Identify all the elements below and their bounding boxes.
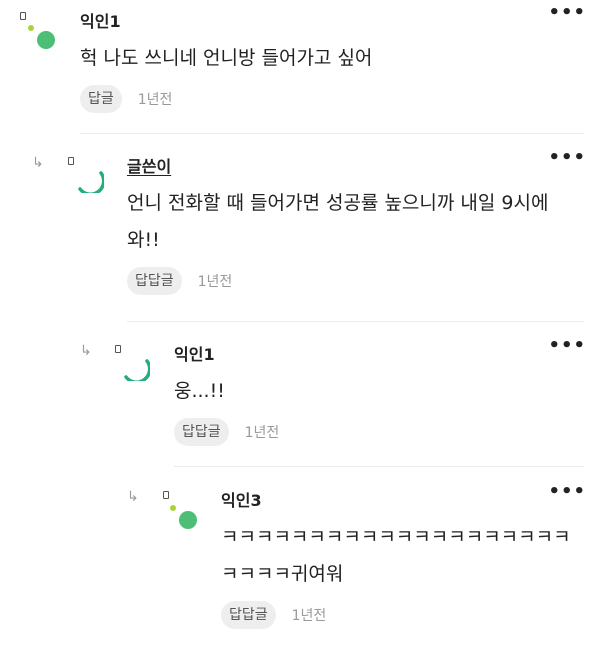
divider [174, 466, 584, 467]
comment-text: 웅...!! [174, 380, 225, 402]
more-options-icon[interactable]: ••• [548, 483, 586, 501]
avatar-badge-icon [163, 491, 169, 499]
avatar[interactable] [28, 25, 56, 53]
comment-time: 1년전 [291, 608, 327, 624]
comment-author[interactable]: 익인3 [221, 491, 584, 511]
more-options-icon[interactable]: ••• [548, 4, 586, 22]
more-options-icon[interactable]: ••• [548, 149, 586, 167]
avatar-badge-icon [68, 157, 74, 165]
comment-time: 1년전 [244, 425, 280, 441]
comment-text: 언니 전화할 때 들어가면 성공률 높으니까 내일 9시에 와!! [127, 192, 549, 251]
reply-arrow-icon: ↳ [32, 155, 44, 171]
avatar[interactable] [76, 165, 104, 193]
avatar-badge-icon [20, 12, 26, 20]
more-options-icon[interactable]: ••• [548, 337, 586, 355]
avatar-badge-icon [115, 345, 121, 353]
comment-text: 헉 나도 쓰니네 언니방 들어가고 싶어 [80, 47, 373, 69]
reply-arrow-icon: ↳ [80, 343, 92, 359]
comment-author[interactable]: 글쓴이 [127, 157, 584, 177]
reply-button[interactable]: 답글 [80, 85, 122, 113]
comment-time: 1년전 [197, 274, 233, 290]
divider [80, 133, 584, 134]
comment-time: 1년전 [137, 92, 173, 108]
divider [127, 321, 584, 322]
avatar[interactable] [170, 505, 198, 533]
reply-button[interactable]: 답답글 [221, 601, 276, 629]
comment-text: ㅋㅋㅋㅋㅋㅋㅋㅋㅋㅋㅋㅋㅋㅋㅋㅋㅋㅋㅋㅋㅋㅋㅋㅋ귀여워 [221, 526, 571, 585]
comment-author[interactable]: 익인1 [174, 345, 584, 365]
avatar[interactable] [122, 353, 150, 381]
reply-button[interactable]: 답답글 [127, 267, 182, 295]
reply-arrow-icon: ↳ [127, 489, 139, 505]
comment-author[interactable]: 익인1 [80, 12, 584, 32]
reply-button[interactable]: 답답글 [174, 418, 229, 446]
